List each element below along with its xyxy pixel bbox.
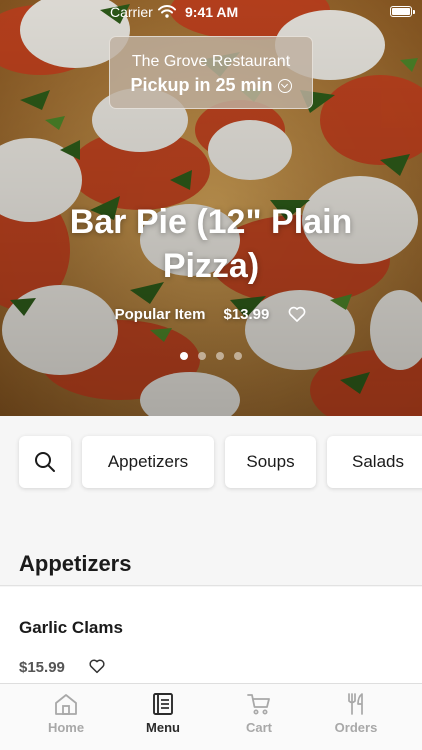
wifi-icon (158, 5, 176, 18)
search-icon (35, 452, 55, 472)
cart-icon (247, 694, 270, 715)
heart-icon[interactable] (88, 657, 106, 675)
section-title: Appetizers (19, 551, 132, 576)
carousel-dot[interactable] (180, 352, 188, 360)
category-appetizers[interactable]: Appetizers (82, 436, 214, 488)
featured-item-title: Bar Pie (12" Plain Pizza) (69, 203, 353, 285)
list-item[interactable]: Garlic Clams $15.99 (0, 587, 422, 683)
tab-label: Home (47, 720, 85, 735)
featured-price: $13.99 (223, 305, 270, 323)
carousel-dot[interactable] (216, 352, 224, 360)
tab-label: Cart (245, 720, 272, 735)
clock: 9:41 AM (185, 4, 239, 20)
tab-label: Menu (146, 720, 180, 735)
item-name: Garlic Clams (19, 618, 123, 637)
tab-menu[interactable]: Menu (115, 692, 211, 744)
restaurant-name: The Grove Restaurant (131, 53, 291, 70)
tab-bar: Home Menu Cart Orders (0, 683, 422, 750)
section-header: Appetizers (0, 536, 422, 586)
tab-cart[interactable]: Cart (211, 692, 307, 744)
heart-icon[interactable] (287, 304, 307, 324)
status-bar: Carrier 9:41 AM (0, 0, 422, 24)
pickup-selector[interactable]: The Grove Restaurant Pickup in 25 min (109, 36, 313, 109)
battery-icon (390, 6, 415, 17)
menu-book-icon (153, 693, 173, 715)
popular-badge: Popular Item (114, 305, 206, 323)
tab-label: Orders (334, 720, 378, 735)
carousel-dot[interactable] (198, 352, 206, 360)
category-soups[interactable]: Soups (225, 436, 316, 488)
carousel-dot[interactable] (234, 352, 242, 360)
search-button[interactable] (19, 436, 71, 488)
carousel-indicator (0, 352, 422, 360)
item-price: $15.99 (19, 659, 65, 676)
home-icon (55, 694, 77, 715)
category-bar: Appetizers Soups Salads (0, 416, 422, 510)
category-salads[interactable]: Salads (327, 436, 422, 488)
featured-banner[interactable]: Carrier 9:41 AM The Grove Restaurant Pic… (0, 0, 422, 416)
chevron-down-circle-icon (277, 78, 292, 93)
pickup-time: Pickup in 25 min (130, 75, 273, 95)
cutlery-icon (348, 693, 363, 715)
carrier-label: Carrier (110, 4, 153, 20)
tab-orders[interactable]: Orders (308, 692, 404, 744)
tab-home[interactable]: Home (18, 692, 114, 744)
